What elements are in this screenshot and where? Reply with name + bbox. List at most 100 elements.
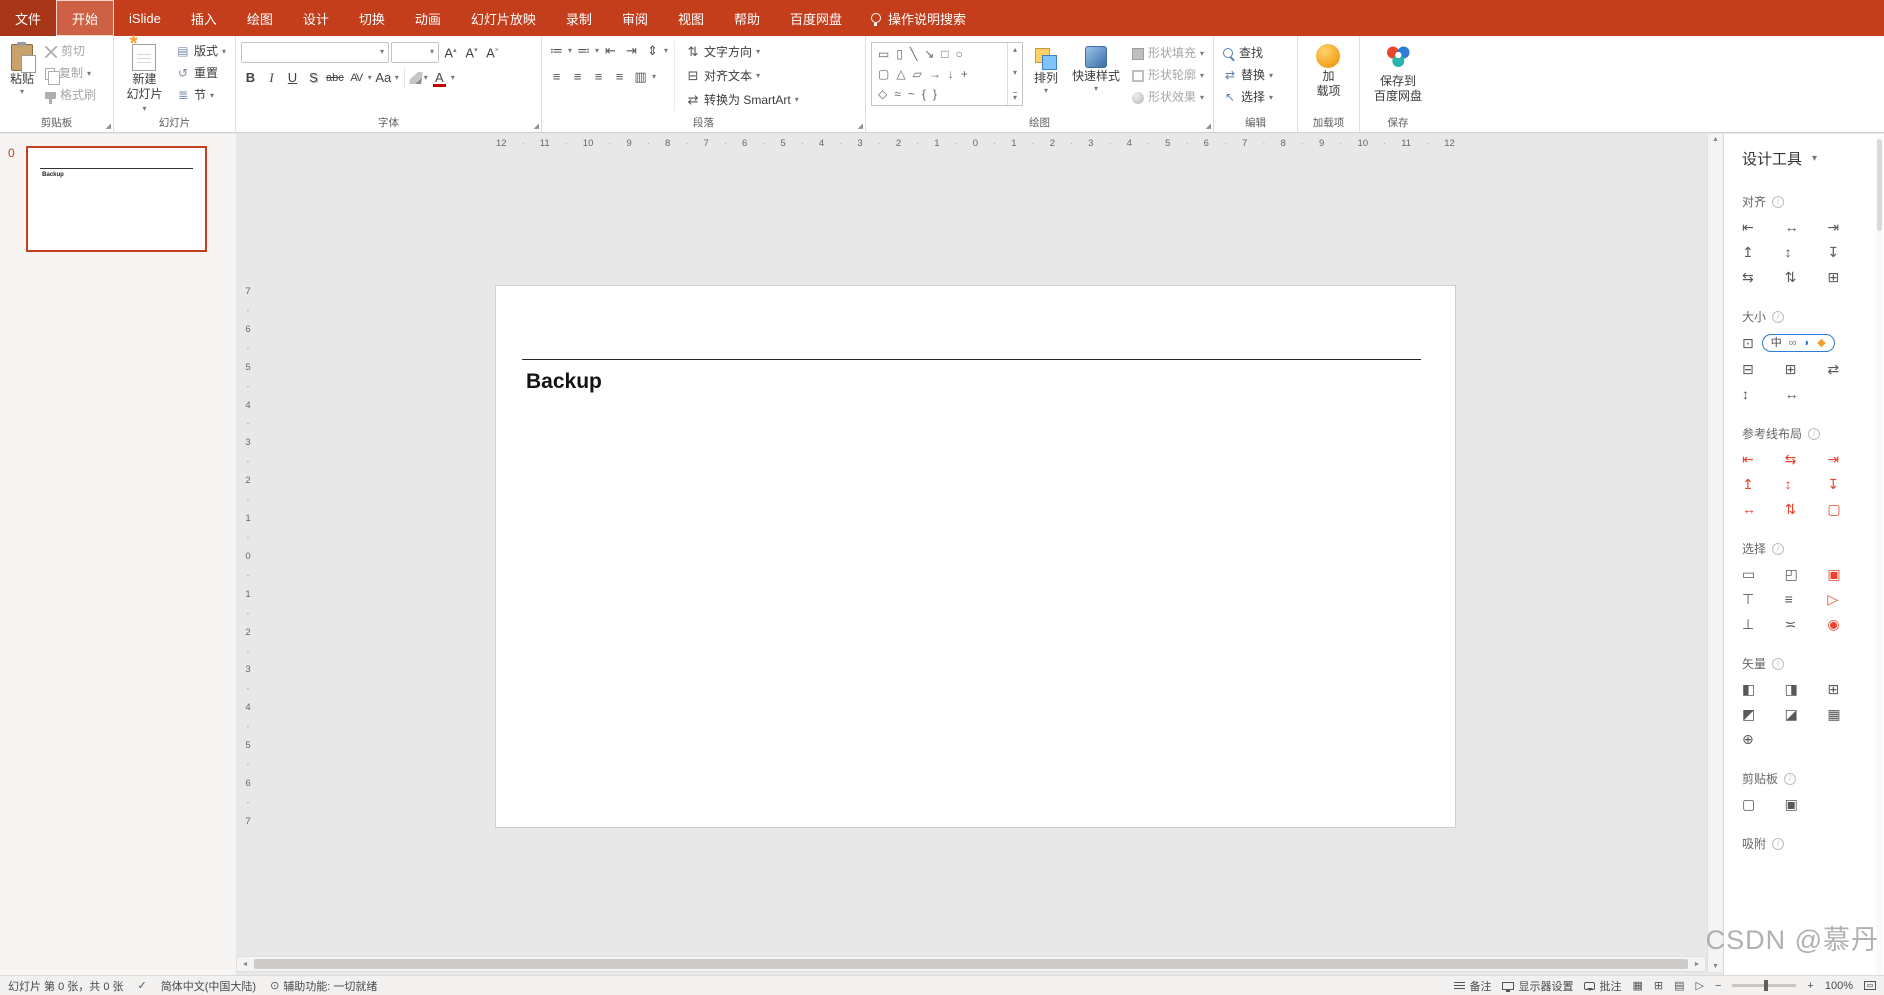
tab-view[interactable]: 视图	[663, 0, 719, 36]
right-brace-icon[interactable]: }	[933, 87, 937, 101]
guide-center-vertical-icon[interactable]: ⇆	[1785, 451, 1828, 467]
find-button[interactable]: 查找	[1219, 44, 1277, 63]
tab-design[interactable]: 设计	[288, 0, 344, 36]
change-case-button[interactable]: Aa	[374, 68, 393, 88]
language-status[interactable]: 简体中文(中国大陆)	[161, 978, 256, 994]
select-below-icon[interactable]: ⊥	[1742, 616, 1785, 632]
guide-top-icon[interactable]: ↥	[1742, 476, 1785, 492]
guide-right-icon[interactable]: ⇥	[1827, 451, 1870, 467]
freeform-icon[interactable]: ~	[908, 87, 915, 101]
scroll-left-icon[interactable]: ◄	[237, 957, 253, 971]
zoom-level[interactable]: 100%	[1825, 980, 1853, 992]
format-painter-button[interactable]: 格式刷	[41, 86, 100, 105]
vector-combine-icon[interactable]: ⊞	[1827, 681, 1870, 697]
tab-slideshow[interactable]: 幻灯片放映	[456, 0, 551, 36]
dialog-launcher-icon[interactable]	[1206, 122, 1211, 130]
slide-count-status[interactable]: 幻灯片 第 0 张，共 0 张	[8, 978, 124, 994]
guide-frame-icon[interactable]: ▢	[1827, 501, 1870, 517]
clipboard-paste-icon[interactable]: ▣	[1785, 796, 1828, 812]
slideshow-button[interactable]: ▷	[1696, 979, 1704, 992]
columns-button[interactable]: ▥	[631, 67, 650, 87]
numbering-button[interactable]: ≕	[574, 41, 593, 61]
equal-height-icon[interactable]: ⊞	[1785, 361, 1828, 377]
select-all-icon[interactable]: ▭	[1742, 566, 1785, 582]
text-shadow-button[interactable]: S	[304, 68, 323, 88]
character-spacing-button[interactable]: AV	[347, 68, 366, 88]
guide-bottom-icon[interactable]: ↧	[1827, 476, 1870, 492]
zoom-slider-thumb[interactable]	[1764, 980, 1768, 991]
scroll-right-icon[interactable]: ►	[1689, 957, 1705, 971]
replace-button[interactable]: ⇄ 替换	[1219, 66, 1277, 85]
select-button[interactable]: ↖ 选择	[1219, 88, 1277, 107]
quick-styles-button[interactable]: 快速样式	[1069, 42, 1123, 97]
align-center-horizontal-icon[interactable]: ↔	[1785, 219, 1828, 235]
font-color-button[interactable]: A	[430, 68, 449, 88]
italic-button[interactable]: I	[262, 68, 281, 88]
addins-button[interactable]: 加 载项	[1311, 40, 1345, 102]
notes-button[interactable]: 备注	[1454, 978, 1491, 994]
half-shape-icon[interactable]: ◗	[1804, 337, 1811, 349]
align-center-button[interactable]: ≡	[568, 67, 587, 87]
align-left-icon[interactable]: ⇤	[1742, 219, 1785, 235]
strikethrough-button[interactable]: abc	[325, 68, 345, 88]
vector-insert-icon[interactable]: ⊕	[1742, 731, 1785, 747]
tab-file[interactable]: 文件	[0, 0, 56, 36]
stretch-height-icon[interactable]: ↕	[1742, 386, 1785, 402]
vertical-text-box-icon[interactable]: ▯	[896, 47, 903, 61]
parallelogram-icon[interactable]: ▱	[913, 67, 922, 81]
zoom-out-button[interactable]: −	[1715, 980, 1721, 992]
tab-islide[interactable]: iSlide	[114, 0, 176, 36]
arrange-button[interactable]: 排列	[1023, 42, 1069, 99]
right-arrow-icon[interactable]: →	[929, 67, 941, 81]
guide-middle-icon[interactable]: ↕	[1785, 476, 1828, 492]
tab-animations[interactable]: 动画	[400, 0, 456, 36]
left-brace-icon[interactable]: {	[922, 87, 926, 101]
magic-tool-icon[interactable]: ◆	[1817, 337, 1825, 349]
vector-subtract-icon[interactable]: ◨	[1785, 681, 1828, 697]
convert-to-smartart-button[interactable]: ⇄ 转换为 SmartArt	[682, 89, 803, 111]
slide-canvas[interactable]: Backup	[496, 286, 1455, 827]
vector-grid-icon[interactable]: ▦	[1827, 706, 1870, 722]
gallery-more-icon[interactable]: ▾	[1013, 92, 1017, 102]
distribute-horizontal-icon[interactable]: ⇆	[1742, 269, 1785, 285]
gallery-scroll-up-icon[interactable]: ▴	[1013, 46, 1017, 54]
stretch-width-icon[interactable]: ↔	[1785, 386, 1828, 402]
justify-button[interactable]: ≡	[610, 67, 629, 87]
font-name-combobox[interactable]	[241, 42, 389, 63]
align-right-icon[interactable]: ⇥	[1827, 219, 1870, 235]
design-tools-header[interactable]: 设计工具	[1724, 148, 1884, 169]
triangle-icon[interactable]: △	[896, 67, 905, 81]
reading-view-button[interactable]: ▤	[1674, 979, 1684, 992]
zoom-slider[interactable]	[1732, 984, 1796, 987]
display-settings-button[interactable]: 显示器设置	[1502, 978, 1573, 994]
distribute-vertical-icon[interactable]: ⇅	[1785, 269, 1828, 285]
reset-button[interactable]: ↺ 重置	[172, 64, 230, 83]
accessibility-status[interactable]: ⊙ 辅助功能: 一切就绪	[270, 978, 377, 994]
swap-size-icon[interactable]: ⇄	[1827, 361, 1870, 377]
paste-button[interactable]: 粘贴	[5, 40, 39, 100]
slide-title-text[interactable]: Backup	[526, 370, 602, 394]
clipboard-copy-icon[interactable]: ▢	[1742, 796, 1785, 812]
save-to-baidu-button[interactable]: 保存到 百度网盘	[1369, 40, 1427, 107]
shrink-font-button[interactable]: A▾	[462, 41, 481, 63]
section-button[interactable]: ≣ 节	[172, 86, 230, 105]
new-slide-button[interactable]: 新建 幻灯片	[119, 40, 170, 118]
fit-to-window-icon[interactable]	[1864, 981, 1876, 990]
curve-icon[interactable]: ≈	[894, 87, 901, 101]
plus-icon[interactable]: +	[961, 67, 968, 81]
scroll-up-icon[interactable]: ▲	[1712, 136, 1719, 143]
guide-width-icon[interactable]: ↔	[1742, 501, 1785, 517]
dialog-launcher-icon[interactable]	[534, 122, 539, 130]
align-middle-icon[interactable]: ↕	[1785, 244, 1828, 260]
select-same-icon[interactable]: ≍	[1785, 616, 1828, 632]
grow-font-button[interactable]: A▴	[441, 41, 460, 63]
line-arrow-icon[interactable]: ↘	[924, 47, 934, 61]
align-bottom-icon[interactable]: ↧	[1827, 244, 1870, 260]
visibility-icon[interactable]: ◉	[1827, 616, 1870, 632]
bold-button[interactable]: B	[241, 68, 260, 88]
select-run-icon[interactable]: ▷	[1827, 591, 1870, 607]
tab-draw[interactable]: 绘图	[232, 0, 288, 36]
tab-insert[interactable]: 插入	[176, 0, 232, 36]
shape-effects-button[interactable]: 形状效果	[1128, 88, 1208, 107]
align-text-button[interactable]: ⊟ 对齐文本	[682, 65, 803, 87]
